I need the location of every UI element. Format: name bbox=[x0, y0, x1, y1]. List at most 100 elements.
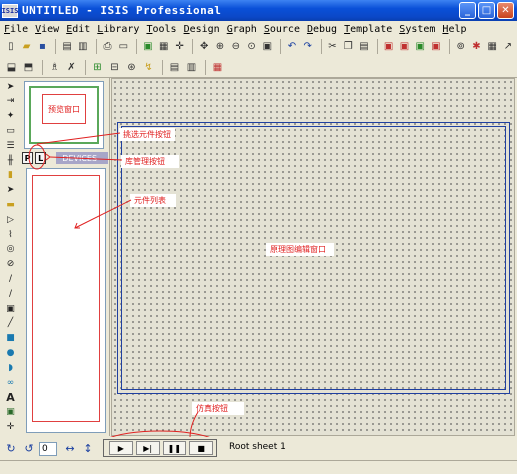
marker-icon[interactable]: ✛ bbox=[3, 420, 18, 433]
zoom-out-icon[interactable]: ⊖ bbox=[229, 39, 243, 54]
terminal-icon[interactable]: ➤ bbox=[3, 184, 18, 197]
arc-icon[interactable]: ◗ bbox=[3, 361, 18, 374]
minimize-button[interactable]: _ bbox=[459, 2, 476, 19]
zoom-child-icon[interactable]: ⊟ bbox=[107, 60, 122, 75]
refresh-icon[interactable]: ▣ bbox=[141, 39, 155, 54]
new-sheet-icon[interactable]: ♗ bbox=[47, 60, 62, 75]
mirror-vertical-icon[interactable]: ↕ bbox=[81, 442, 95, 456]
property-tool-icon[interactable]: ⬒ bbox=[21, 60, 36, 75]
circle-icon[interactable]: ● bbox=[3, 346, 18, 359]
zoom-all-icon[interactable]: ⊙ bbox=[245, 39, 259, 54]
menu-bar: File View Edit Library Tools Design Grap… bbox=[0, 21, 517, 37]
menu-view[interactable]: View bbox=[35, 24, 59, 35]
device-selector-row: P L DEVICES bbox=[22, 151, 108, 165]
subcircuit-icon[interactable]: ▮ bbox=[3, 169, 18, 182]
make-device-icon[interactable]: ✱ bbox=[470, 39, 484, 54]
pick-device-icon[interactable]: ⊚ bbox=[454, 39, 468, 54]
step-button[interactable]: ▶| bbox=[135, 441, 160, 455]
cut-icon[interactable]: ✂ bbox=[326, 39, 340, 54]
undo-icon[interactable]: ↶ bbox=[285, 39, 299, 54]
window-title: UNTITLED - ISIS Professional bbox=[22, 4, 222, 17]
virtual-instrument-icon[interactable]: ∕ bbox=[3, 287, 18, 300]
ares-icon[interactable]: ▦ bbox=[210, 60, 225, 75]
box-icon[interactable]: ■ bbox=[3, 332, 18, 345]
menu-template[interactable]: Template bbox=[344, 24, 392, 35]
path-icon[interactable]: ∞ bbox=[3, 376, 18, 389]
menu-edit[interactable]: Edit bbox=[66, 24, 90, 35]
bus-icon[interactable]: ╫ bbox=[3, 154, 18, 167]
selection-icon[interactable]: ➤ bbox=[3, 80, 18, 93]
annotation-library-manager: 库管理按钮 bbox=[121, 155, 179, 168]
export-icon[interactable]: ▥ bbox=[76, 39, 90, 54]
pause-button[interactable]: ❚❚ bbox=[162, 441, 187, 455]
text-script-icon[interactable]: ☰ bbox=[3, 139, 18, 152]
toolbar-separator bbox=[376, 39, 378, 54]
wire-label-icon[interactable]: ▭ bbox=[3, 124, 18, 137]
annotation-pick-device: 挑选元件按钮 bbox=[119, 128, 175, 141]
menu-tools[interactable]: Tools bbox=[146, 24, 176, 35]
remove-sheet-icon[interactable]: ✗ bbox=[64, 60, 79, 75]
menu-system[interactable]: System bbox=[399, 24, 435, 35]
generator-icon[interactable]: ◎ bbox=[3, 243, 18, 256]
junction-icon[interactable]: ✦ bbox=[3, 110, 18, 123]
overview-window[interactable]: 预览窗口 bbox=[24, 81, 104, 149]
zoom-parent-icon[interactable]: ⊛ bbox=[124, 60, 139, 75]
zoom-area-icon[interactable]: ▣ bbox=[260, 39, 274, 54]
component-icon[interactable]: ⇥ bbox=[3, 95, 18, 108]
menu-help[interactable]: Help bbox=[442, 24, 466, 35]
goto-sheet-icon[interactable]: ⊞ bbox=[90, 60, 105, 75]
erc-icon[interactable]: ▤ bbox=[167, 60, 182, 75]
zoom-in-icon[interactable]: ⊕ bbox=[213, 39, 227, 54]
grid-icon[interactable]: ▦ bbox=[157, 39, 171, 54]
library-manager-button[interactable]: L bbox=[35, 152, 47, 164]
graph-icon[interactable]: ▷ bbox=[3, 213, 18, 226]
block-copy-icon[interactable]: ▣ bbox=[382, 39, 396, 54]
stop-button[interactable]: ■ bbox=[189, 441, 213, 455]
pick-devices-button[interactable]: P bbox=[22, 152, 34, 164]
virtual-instrument-icon[interactable]: ▣ bbox=[3, 302, 18, 315]
menu-library[interactable]: Library bbox=[97, 24, 139, 35]
maximize-button[interactable]: □ bbox=[478, 2, 495, 19]
rotate-clockwise-icon[interactable]: ↻ bbox=[4, 442, 18, 456]
rotation-input[interactable]: 0 bbox=[39, 441, 57, 456]
pin-icon[interactable]: ▬ bbox=[3, 198, 18, 211]
redo-icon[interactable]: ↷ bbox=[301, 39, 315, 54]
symbol-icon[interactable]: ▣ bbox=[3, 406, 18, 419]
block-delete-icon[interactable]: ▣ bbox=[429, 39, 443, 54]
save-icon[interactable]: ▪ bbox=[36, 39, 50, 54]
tape-icon[interactable]: ⌇ bbox=[3, 228, 18, 241]
new-icon[interactable]: ▯ bbox=[4, 39, 18, 54]
menu-debug[interactable]: Debug bbox=[307, 24, 337, 35]
netlist-icon[interactable]: ▥ bbox=[184, 60, 199, 75]
bom-icon[interactable]: ↯ bbox=[141, 60, 156, 75]
toolbar-separator bbox=[85, 59, 86, 75]
origin-icon[interactable]: ✛ bbox=[173, 39, 187, 54]
left-panel: 预览窗口 P L DEVICES bbox=[20, 78, 110, 436]
probe-current-icon[interactable]: ∕ bbox=[3, 272, 18, 285]
block-rotate-icon[interactable]: ▣ bbox=[413, 39, 427, 54]
text-icon[interactable]: A bbox=[3, 391, 18, 404]
copy-icon[interactable]: ❐ bbox=[341, 39, 355, 54]
rotate-anticlockwise-icon[interactable]: ↺ bbox=[22, 442, 36, 456]
device-list[interactable] bbox=[26, 168, 106, 433]
mirror-horizontal-icon[interactable]: ↔ bbox=[63, 442, 77, 456]
print-area-icon[interactable]: ▭ bbox=[116, 39, 130, 54]
menu-design[interactable]: Design bbox=[184, 24, 220, 35]
block-move-icon[interactable]: ▣ bbox=[398, 39, 412, 54]
pan-icon[interactable]: ✥ bbox=[197, 39, 211, 54]
menu-file[interactable]: File bbox=[4, 24, 28, 35]
play-button[interactable]: ▶ bbox=[109, 441, 133, 455]
decompose-icon[interactable]: ▦ bbox=[485, 39, 499, 54]
menu-graph[interactable]: Graph bbox=[227, 24, 257, 35]
probe-voltage-icon[interactable]: ⊘ bbox=[3, 258, 18, 271]
print-icon[interactable]: ⎙ bbox=[101, 39, 115, 54]
wire-autorouter-icon[interactable]: ↗ bbox=[501, 39, 515, 54]
search-icon[interactable]: ⬓ bbox=[4, 60, 19, 75]
open-icon[interactable]: ▰ bbox=[20, 39, 34, 54]
menu-source[interactable]: Source bbox=[264, 24, 300, 35]
toolbar-separator bbox=[320, 39, 322, 54]
import-icon[interactable]: ▤ bbox=[60, 39, 74, 54]
paste-icon[interactable]: ▤ bbox=[357, 39, 371, 54]
close-button[interactable]: ✕ bbox=[497, 2, 514, 19]
line-icon[interactable]: ╱ bbox=[3, 317, 18, 330]
